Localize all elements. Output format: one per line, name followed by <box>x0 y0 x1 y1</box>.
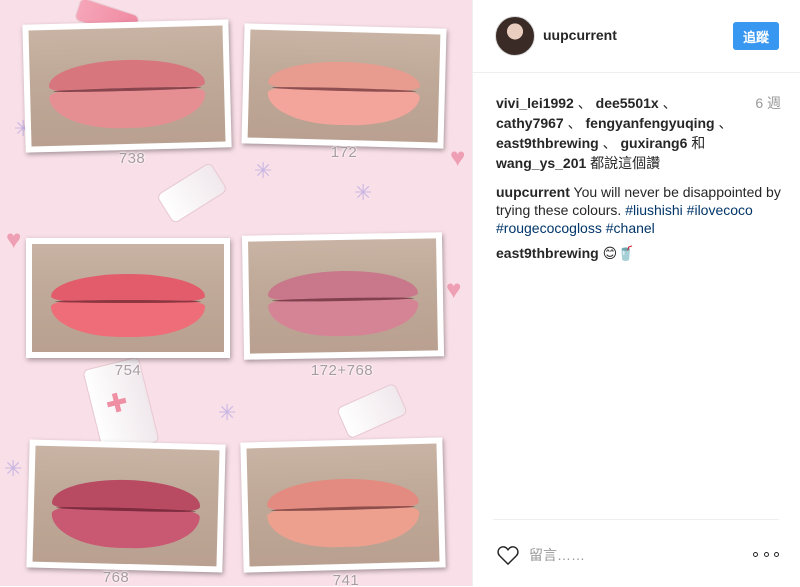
lipstick-illustration <box>155 161 229 225</box>
heart-decoration-icon: ♥ <box>446 274 462 304</box>
post-side-panel: uupcurrent 追蹤 vivi_lei1992 、 dee5501x 、 … <box>472 0 800 586</box>
more-dot-icon <box>774 551 779 557</box>
heart-decoration-icon: ♥ <box>450 142 466 172</box>
author-username-link[interactable]: uupcurrent <box>543 27 617 43</box>
sparkle-icon: ✳ <box>218 400 237 425</box>
sparkle-icon: ✳ <box>354 180 373 205</box>
post-header: uupcurrent 追蹤 <box>473 0 800 73</box>
liker-link[interactable]: guxirang6 <box>620 135 687 151</box>
post-photo[interactable]: ✳ ✳ ✳ ✳ ✳ ♥ ♥ ♥ ✚ 738 172 754 172+768 76… <box>0 0 472 586</box>
avatar[interactable] <box>495 16 535 56</box>
swatch-label: 738 <box>118 150 146 167</box>
caption-username-link[interactable]: uupcurrent <box>496 184 570 200</box>
likes-summary: vivi_lei1992 、 dee5501x 、 cathy7967 、 fe… <box>496 95 733 171</box>
comment-input[interactable] <box>529 545 729 565</box>
comment-username-link[interactable]: east9thbrewing <box>496 245 599 261</box>
hashtag-link[interactable]: #ilovecoco <box>687 202 753 218</box>
comment-text: 😊🥤 <box>602 245 635 261</box>
more-dot-icon <box>753 551 758 557</box>
lip-swatch-card <box>26 238 230 358</box>
liker-link[interactable]: vivi_lei1992 <box>496 95 574 111</box>
hashtag-link[interactable]: #chanel <box>606 220 655 236</box>
sparkle-icon: ✳ <box>254 158 273 183</box>
like-button[interactable] <box>496 544 520 566</box>
heart-decoration-icon: ♥ <box>6 224 22 254</box>
hashtag-link[interactable]: #rougecocogloss <box>496 220 602 236</box>
swatch-label: 172+768 <box>310 362 374 379</box>
lip-swatch-card <box>26 439 226 573</box>
follow-button[interactable]: 追蹤 <box>733 22 779 50</box>
swatch-label: 768 <box>102 569 130 586</box>
sparkle-icon: ✳ <box>4 456 23 481</box>
lip-swatch-card <box>22 19 232 153</box>
post-caption: uupcurrent You will never be disappointe… <box>496 183 786 237</box>
swatch-label: 741 <box>332 572 360 586</box>
more-options-button[interactable] <box>753 544 779 564</box>
more-dot-icon <box>763 551 769 557</box>
liker-link[interactable]: wang_ys_201 <box>496 155 586 171</box>
swatch-label: 754 <box>114 362 142 379</box>
lip-swatch-card <box>241 232 445 360</box>
swatch-label: 172 <box>330 144 358 161</box>
hashtag-link[interactable]: #liushishi <box>625 202 683 218</box>
liker-link[interactable]: fengyanfengyuqing <box>586 115 715 131</box>
likes-suffix: 都說這個讚 <box>586 155 661 171</box>
liker-link[interactable]: cathy7967 <box>496 115 564 131</box>
heart-outline-icon <box>497 546 519 565</box>
comment-item: east9thbrewing 😊🥤 <box>496 244 635 262</box>
lipstick-illustration <box>335 382 409 440</box>
lip-swatch-card <box>241 23 447 149</box>
liker-link[interactable]: dee5501x <box>596 95 659 111</box>
liker-link[interactable]: east9thbrewing <box>496 135 599 151</box>
lip-swatch-card <box>240 437 446 573</box>
post-footer <box>493 519 779 587</box>
post-timestamp[interactable]: 6 週 <box>755 93 781 113</box>
